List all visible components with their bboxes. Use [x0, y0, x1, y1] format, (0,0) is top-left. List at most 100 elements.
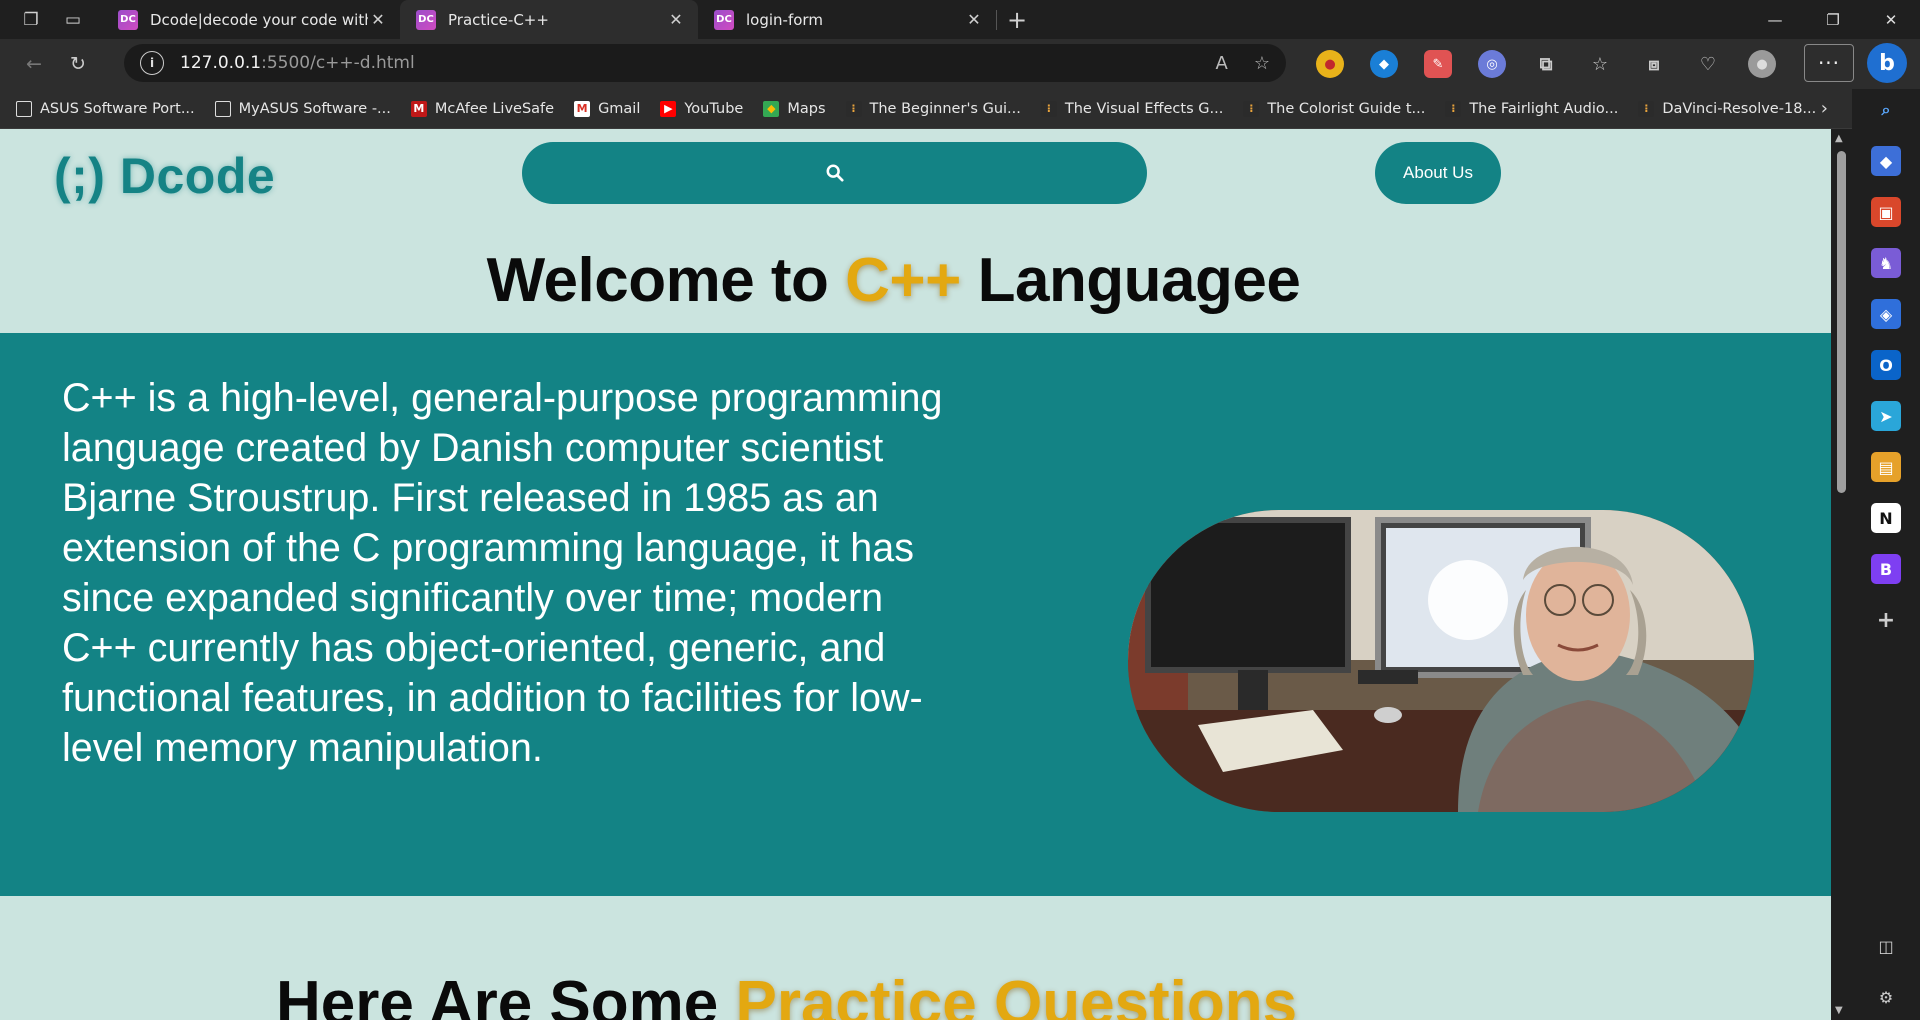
page-icon	[16, 100, 32, 117]
collections-icon[interactable]: ⧈	[1640, 50, 1668, 78]
bookmark-item[interactable]: ▶ YouTube	[660, 100, 744, 117]
logo-mark: (;)	[54, 148, 106, 204]
sidebar-toggle-icon[interactable]: ◫	[1871, 931, 1901, 961]
extension-red-icon[interactable]: ✎	[1424, 50, 1452, 78]
bookmark-label: The Fairlight Audio...	[1469, 100, 1619, 117]
bookmark-label: DaVinci-Resolve-18...	[1662, 100, 1817, 117]
bookmark-label: The Beginner's Gui...	[869, 100, 1021, 117]
extensions-area: ● ◆ ✎ ◎ ⧉ ☆ ⧈ ♡ ●	[1303, 45, 1789, 83]
bookmark-item[interactable]: ⁝ The Visual Effects G...	[1040, 100, 1224, 117]
bookmark-item[interactable]: ⁝ The Colorist Guide t...	[1243, 100, 1426, 117]
browser-window: ❐ ▭ DC Dcode|decode your code with yo ✕ …	[0, 0, 1920, 1020]
extensions-puzzle-icon[interactable]: ⧉	[1532, 50, 1560, 78]
tab-actions-icon[interactable]: ▭	[52, 0, 94, 39]
bookmark-item[interactable]: ◆ Maps	[763, 100, 826, 117]
close-icon[interactable]: ✕	[666, 10, 686, 29]
url-path: :5500/c++-d.html	[261, 53, 415, 73]
close-icon[interactable]: ✕	[368, 10, 388, 29]
url-host: 127.0.0.1	[180, 53, 262, 73]
image-app-icon[interactable]: ▤	[1871, 452, 1901, 482]
settings-menu-icon[interactable]: ···	[1804, 44, 1854, 82]
refresh-icon[interactable]: ↻	[56, 44, 100, 84]
favorite-star-icon[interactable]: ☆	[1254, 53, 1270, 74]
tab-title: login-form	[746, 10, 823, 29]
bookmark-label: MyASUS Software -...	[238, 100, 391, 117]
bing-copilot-icon[interactable]: b	[1867, 43, 1907, 83]
site-navbar: (;) Dcode About Us	[0, 129, 1831, 213]
bookmark-item[interactable]: ⁝ The Fairlight Audio...	[1445, 100, 1619, 117]
workspaces-icon[interactable]: ❐	[10, 0, 52, 39]
address-bar-actions: A ☆	[1216, 53, 1270, 74]
davinci-icon: ⁝	[845, 100, 862, 117]
maps-icon: ◆	[763, 100, 780, 117]
settings-gear-icon[interactable]: ⚙	[1871, 982, 1901, 1012]
dcode-favicon: DC	[118, 9, 138, 30]
logo-text: Dcode	[119, 148, 276, 204]
add-sidebar-app-icon[interactable]: +	[1871, 605, 1901, 635]
bookmark-item[interactable]: M McAfee LiveSafe	[410, 100, 554, 117]
scrollbar-thumb[interactable]	[1837, 151, 1846, 493]
dcode-logo[interactable]: (;) Dcode	[54, 147, 275, 205]
youtube-icon: ▶	[660, 100, 677, 117]
shopping-tag-icon[interactable]: ◆	[1871, 146, 1901, 176]
send-icon[interactable]: ➤	[1871, 401, 1901, 431]
browser-toolbar: ← ↻ i 127.0.0.1:5500/c++-d.html A ☆ ● ◆ …	[0, 39, 1920, 89]
favorites-icon[interactable]: ☆	[1586, 50, 1614, 78]
mcafee-icon: M	[410, 100, 427, 117]
close-icon[interactable]: ✕	[964, 10, 984, 29]
intro-section: C++ is a high-level, general-purpose pro…	[0, 333, 1831, 896]
back-icon[interactable]: ←	[12, 44, 56, 84]
davinci-icon: ⁝	[1040, 100, 1057, 117]
welcome-highlight: C++	[845, 246, 961, 315]
bookmarks-overflow-icon[interactable]: ›	[1821, 98, 1828, 119]
bootstrap-icon[interactable]: B	[1871, 554, 1901, 584]
bookmark-label: ASUS Software Port...	[40, 100, 195, 117]
extension-lens-icon[interactable]: ◎	[1478, 50, 1506, 78]
notion-icon[interactable]: N	[1871, 503, 1901, 533]
bookmark-item[interactable]: ⁝ DaVinci-Resolve-18...	[1638, 100, 1817, 117]
site-search-bar[interactable]	[522, 142, 1147, 204]
outlook-icon[interactable]: O	[1871, 350, 1901, 380]
bookmark-label: Maps	[787, 100, 826, 117]
tab-dcode-home[interactable]: DC Dcode|decode your code with yo ✕	[102, 0, 400, 39]
davinci-icon: ⁝	[1243, 100, 1260, 117]
practice-highlight: Practice Questions	[735, 969, 1298, 1020]
search-icon[interactable]: ⌕	[1871, 95, 1901, 125]
page-viewport: (;) Dcode About Us Welcome to C++ Langua…	[0, 129, 1831, 1020]
extension-blue-drop-icon[interactable]: ◆	[1370, 50, 1398, 78]
browser-essentials-icon[interactable]: ♡	[1694, 50, 1722, 78]
tab-strip: ❐ ▭ DC Dcode|decode your code with yo ✕ …	[0, 0, 1920, 39]
page-icon	[214, 100, 231, 117]
tab-login-form[interactable]: DC login-form ✕	[698, 0, 996, 39]
profile-avatar-icon[interactable]: ●	[1748, 50, 1776, 78]
practice-prefix: Here Are Some	[276, 969, 736, 1020]
scroll-down-icon[interactable]: ▼	[1835, 1005, 1843, 1016]
bookmark-item[interactable]: M Gmail	[574, 100, 641, 117]
site-info-icon[interactable]: i	[140, 51, 164, 75]
page-scrollbar[interactable]: ▲ ▼	[1831, 129, 1852, 1020]
bookmark-item[interactable]: ⁝ The Beginner's Gui...	[845, 100, 1021, 117]
gmail-icon: M	[574, 100, 591, 117]
dcode-favicon: DC	[714, 9, 734, 30]
address-bar[interactable]: i 127.0.0.1:5500/c++-d.html A ☆	[124, 44, 1286, 82]
bookmark-label: YouTube	[684, 100, 744, 117]
copilot-icon[interactable]: ◈	[1871, 299, 1901, 329]
extension-yellow-icon[interactable]: ●	[1316, 50, 1344, 78]
edge-sidebar: ⌕ ◆ ▣ ♞ ◈ O ➤ ▤ N B + ◫ ⚙	[1852, 89, 1920, 1020]
bookmark-label: The Colorist Guide t...	[1267, 100, 1426, 117]
games-icon[interactable]: ♞	[1871, 248, 1901, 278]
bookmark-item[interactable]: MyASUS Software -...	[214, 100, 391, 117]
restore-icon[interactable]: ❐	[1804, 0, 1862, 39]
read-aloud-icon[interactable]: A	[1216, 53, 1228, 74]
tools-icon[interactable]: ▣	[1871, 197, 1901, 227]
tab-practice-cpp[interactable]: DC Practice-C++ ✕	[400, 0, 698, 39]
bookmark-label: The Visual Effects G...	[1064, 100, 1224, 117]
bookmark-item[interactable]: ASUS Software Port...	[16, 100, 195, 117]
about-us-button[interactable]: About Us	[1375, 142, 1501, 204]
welcome-heading: Welcome to C++ Languagee	[0, 245, 1787, 316]
minimize-icon[interactable]: —	[1746, 0, 1804, 39]
new-tab-icon[interactable]: +	[997, 6, 1037, 34]
window-close-icon[interactable]: ✕	[1862, 0, 1920, 39]
scroll-up-icon[interactable]: ▲	[1835, 133, 1843, 144]
bookmark-label: Gmail	[598, 100, 641, 117]
